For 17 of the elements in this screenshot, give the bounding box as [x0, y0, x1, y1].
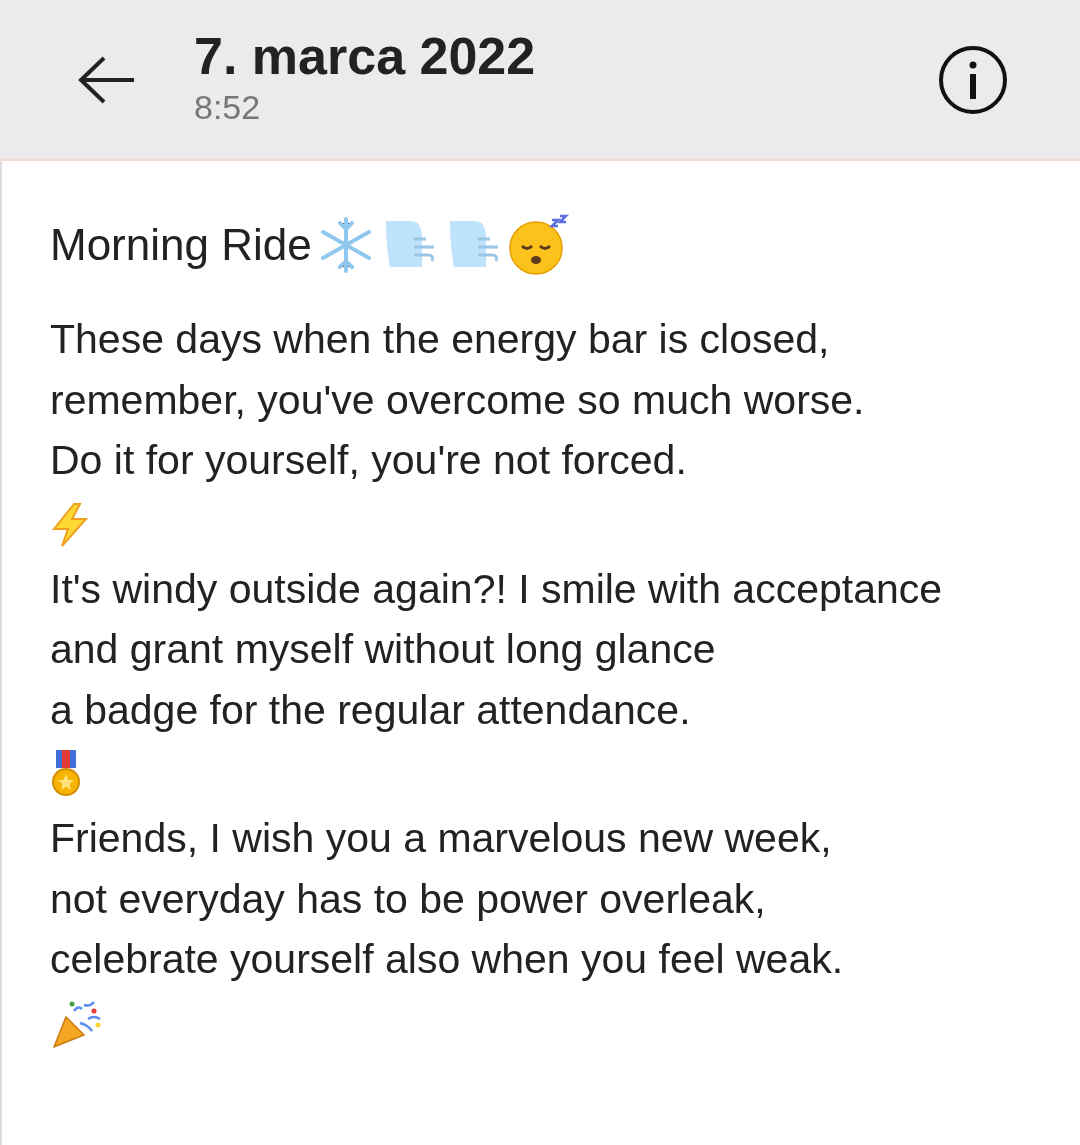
text-line: not everyday has to be power overleak,	[50, 874, 767, 924]
info-icon[interactable]	[938, 44, 1008, 115]
sleeping-face-icon	[507, 214, 570, 276]
text-line: It's windy outside again?! I smile with acceptance	[50, 564, 944, 614]
post-title: Morning Ride	[50, 220, 312, 270]
text-line: Friends, I wish you a marvelous new week,	[50, 814, 833, 863]
text-line: celebrate yourself also when you feel weak.	[50, 935, 845, 984]
back-icon[interactable]	[78, 54, 136, 105]
header-title: 7. marca 2022	[194, 25, 537, 86]
text-line: a badge for the regular attendance.	[50, 685, 692, 735]
text-line: Do it for yourself, you're not forced.	[50, 436, 688, 485]
text-line: These days when the energy bar is closed,	[50, 315, 831, 364]
medal-icon	[50, 749, 82, 799]
text-line: remember, you've overcome so much worse.	[50, 375, 866, 425]
text-line: and grant myself without long glance	[50, 625, 717, 674]
lightning-icon	[50, 502, 90, 547]
post-time: 8:52	[194, 86, 262, 128]
